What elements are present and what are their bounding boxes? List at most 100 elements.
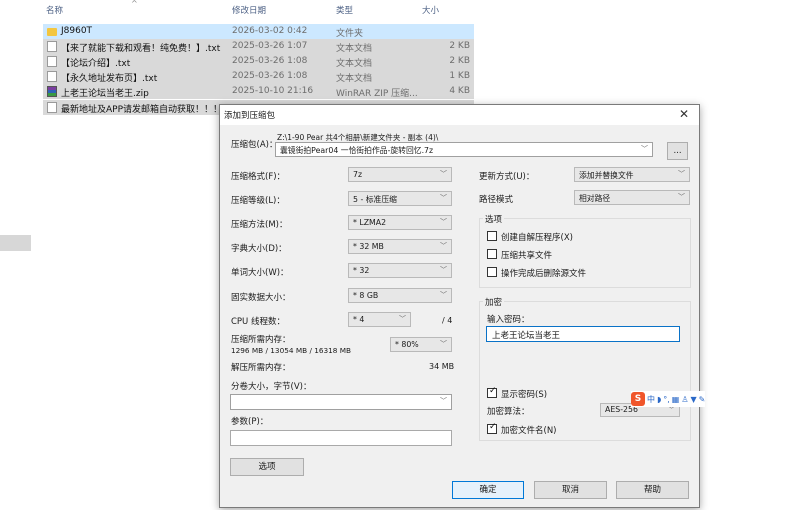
encryption-group-title: 加密	[483, 296, 505, 308]
file-type: 文本文档	[336, 74, 373, 84]
method-label: 压缩方法(M)：	[231, 220, 288, 230]
chevron-down-icon: ﹀	[399, 315, 406, 323]
shared-files-checkbox[interactable]	[487, 249, 497, 259]
file-list-header: 名称 ^ 修改日期 类型 大小	[0, 0, 480, 18]
delete-after-label: 操作完成后删除源文件	[501, 269, 587, 279]
file-name: 【来了就能下载和观看！纯免费！】.txt	[61, 44, 221, 54]
dict-select[interactable]: * 32 MB ﹀	[348, 239, 452, 254]
options-group-title: 选项	[483, 213, 505, 225]
file-size: 1 KB	[449, 71, 470, 81]
file-row[interactable]: 【论坛介绍】.txt 2025-03-26 1:08 文本文档 2 KB	[43, 54, 474, 69]
password-input[interactable]: 上老王论坛当老王	[486, 326, 680, 342]
file-name: J8960T	[61, 26, 93, 36]
method-select[interactable]: * LZMA2 ﹀	[348, 215, 452, 230]
browse-button[interactable]: ...	[667, 142, 688, 160]
file-type: 文件夹	[336, 29, 364, 39]
text-file-icon	[47, 41, 57, 52]
file-row[interactable]: 【来了就能下载和观看！纯免费！】.txt 2025-03-26 1:07 文本文…	[43, 39, 474, 54]
mem-percent-select[interactable]: * 80% ﹀	[390, 337, 452, 352]
ime-toolbar[interactable]: S 中 ◗ °, ▦ ♙ ▼ ✎	[631, 391, 706, 407]
encrypt-names-checkbox[interactable]	[487, 422, 497, 434]
method-value: * LZMA2	[353, 218, 387, 227]
delete-after-checkbox[interactable]	[487, 267, 497, 277]
file-size: 2 KB	[449, 41, 470, 51]
enc-method-label: 加密算法：	[487, 407, 530, 417]
winrar-zip-icon	[47, 86, 57, 97]
file-row[interactable]: J8960T 2026-03-02 0:42 文件夹	[43, 24, 474, 39]
sfx-checkbox[interactable]	[487, 231, 497, 241]
chevron-down-icon: ﹀	[440, 242, 447, 250]
cpu-total: / 4	[442, 316, 453, 325]
file-row[interactable]: 【永久地址发布页】.txt 2025-03-26 1:08 文本文档 1 KB	[43, 69, 474, 84]
decomp-value: 34 MB	[429, 362, 455, 371]
level-select[interactable]: 5 - 标准压缩 ﹀	[348, 191, 452, 206]
format-label: 压缩格式(F)：	[231, 172, 286, 182]
cancel-button[interactable]: 取消	[534, 481, 607, 499]
punctuation-icon[interactable]: °,	[663, 395, 670, 404]
mem-label: 压缩所需内存：	[231, 335, 291, 345]
archive-name-combo[interactable]: 囊镜街拍Pear04 一恰街拍作品-旋转回忆.7z ﹀	[275, 142, 653, 157]
chevron-down-icon: ﹀	[440, 340, 447, 348]
sogou-logo-icon: S	[631, 392, 645, 406]
file-name: 上老王论坛当老王.zip	[61, 89, 149, 99]
split-size-combo[interactable]: ﹀	[230, 394, 452, 410]
format-select[interactable]: 7z ﹀	[348, 167, 452, 182]
skin-icon[interactable]: ▼	[691, 395, 697, 404]
show-password-checkbox[interactable]	[487, 386, 497, 398]
archive-label: 压缩包(A)：	[231, 140, 278, 150]
toolbox-icon[interactable]: ✎	[699, 395, 706, 404]
file-date: 2025-03-26 1:08	[232, 56, 308, 66]
chevron-down-icon: ﹀	[440, 397, 447, 405]
file-date: 2025-03-26 1:08	[232, 71, 308, 81]
column-size[interactable]: 大小	[422, 4, 439, 16]
password-label: 输入密码：	[487, 315, 530, 325]
keyboard-icon[interactable]: ▦	[672, 395, 680, 404]
file-date: 2026-03-02 0:42	[232, 26, 308, 36]
split-label: 分卷大小，字节(V)：	[231, 382, 312, 392]
file-name: 【论坛介绍】.txt	[61, 59, 131, 69]
sfx-label: 创建自解压程序(X)	[501, 233, 573, 243]
file-row[interactable]: 上老王论坛当老王.zip 2025-10-10 21:16 WinRAR ZIP…	[43, 84, 474, 99]
file-name: 最新地址及APP请发邮箱自动获取！！！...	[61, 105, 231, 115]
dict-value: * 32 MB	[353, 242, 384, 251]
word-label: 单词大小(W)：	[231, 268, 289, 278]
column-date[interactable]: 修改日期	[232, 4, 266, 16]
ok-button[interactable]: 确定	[452, 481, 524, 499]
file-date: 2025-10-10 21:16	[232, 86, 314, 96]
solid-select[interactable]: * 8 GB ﹀	[348, 288, 452, 303]
dialog-title: 添加到压缩包	[224, 111, 276, 121]
update-select[interactable]: 添加并替换文件 ﹀	[574, 167, 690, 182]
help-button[interactable]: 帮助	[616, 481, 689, 499]
ime-mode[interactable]: 中	[647, 394, 655, 405]
params-label: 参数(P)：	[231, 417, 269, 427]
show-password-label: 显示密码(S)	[501, 390, 548, 400]
column-name[interactable]: 名称	[46, 4, 63, 16]
cpu-select[interactable]: * 4 ﹀	[348, 312, 411, 327]
chevron-down-icon: ﹀	[440, 218, 447, 226]
options-button[interactable]: 选项	[230, 458, 304, 476]
chevron-down-icon: ﹀	[678, 170, 685, 178]
chevron-down-icon: ﹀	[440, 291, 447, 299]
params-input[interactable]	[230, 430, 452, 446]
encrypt-names-label: 加密文件名(N)	[501, 426, 557, 436]
level-value: 5 - 标准压缩	[353, 195, 397, 204]
file-name: 【永久地址发布页】.txt	[61, 74, 158, 84]
folder-icon	[47, 28, 57, 36]
mem-detail: 1296 MB / 13054 MB / 16318 MB	[231, 346, 352, 355]
level-label: 压缩等级(L)：	[231, 196, 285, 206]
chevron-down-icon: ﹀	[440, 266, 447, 274]
column-type[interactable]: 类型	[336, 4, 353, 16]
dialog-titlebar: 添加到压缩包 ✕	[220, 105, 699, 125]
mem-percent-value: * 80%	[395, 340, 419, 349]
sort-caret-icon: ^	[131, 0, 138, 8]
word-select[interactable]: * 32 ﹀	[348, 263, 452, 278]
path-mode-select[interactable]: 相对路径 ﹀	[574, 190, 690, 205]
file-type: 文本文档	[336, 59, 373, 69]
add-to-archive-dialog: 添加到压缩包 ✕ 压缩包(A)： Z:\1-90 Pear 共4个相册\新建文件…	[219, 104, 700, 508]
half-width-icon[interactable]: ◗	[657, 395, 661, 404]
close-icon[interactable]: ✕	[679, 107, 689, 121]
path-mode-value: 相对路径	[579, 194, 611, 203]
voice-icon[interactable]: ♙	[681, 395, 688, 404]
decomp-label: 解压所需内存：	[231, 363, 291, 373]
file-type: 文本文档	[336, 44, 373, 54]
